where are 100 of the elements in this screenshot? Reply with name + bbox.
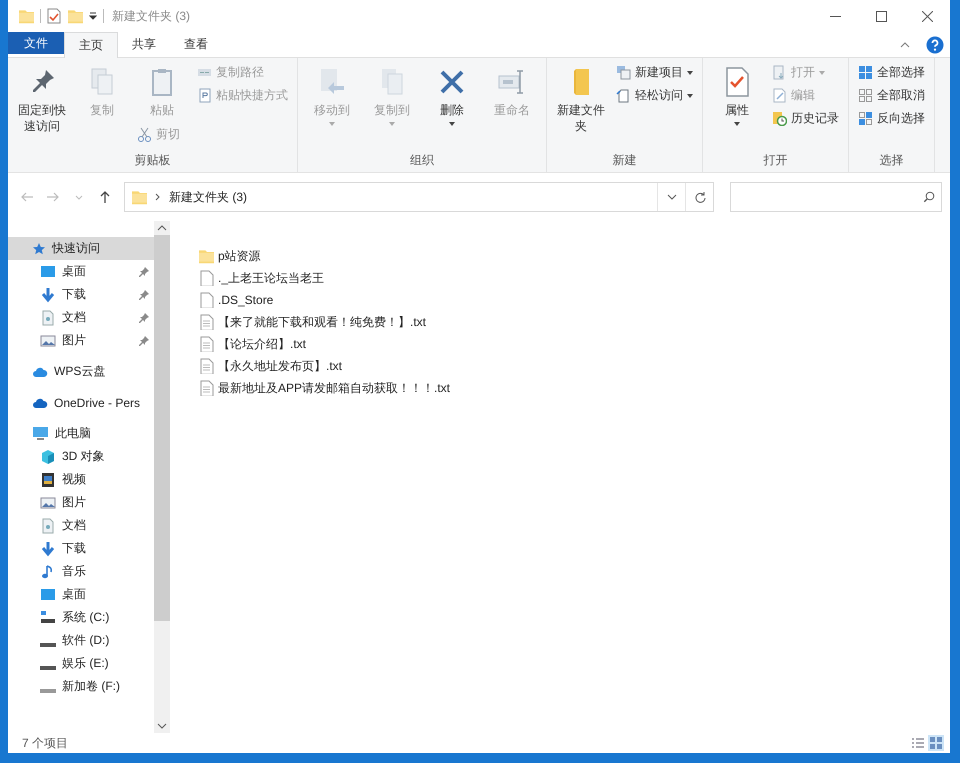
search-icon (923, 191, 935, 203)
download-icon (40, 286, 56, 302)
easy-access-icon (616, 88, 631, 103)
chevron-up-icon (900, 40, 910, 48)
file-menu-tab[interactable]: 文件 (8, 32, 64, 54)
film-icon (40, 472, 56, 488)
file-item[interactable]: 【永久地址发布页】.txt (196, 355, 344, 377)
address-bar[interactable]: 新建文件夹 (3) (124, 182, 714, 212)
nav-item[interactable]: WPS云盘 (8, 360, 154, 383)
nav-item[interactable]: 新加卷 (F:) (8, 675, 154, 698)
history-icon (772, 111, 787, 126)
drive-icon (40, 642, 56, 646)
cloud-icon (32, 396, 48, 408)
chevron-right-icon (155, 193, 161, 201)
details-view-icon (911, 736, 925, 750)
large-icons-view-icon (929, 736, 943, 750)
edit-icon (772, 88, 787, 103)
drive-icon (40, 666, 56, 670)
folder-icon (18, 8, 34, 24)
search-field[interactable] (730, 182, 942, 212)
image-icon (40, 494, 56, 510)
text-file-icon (198, 314, 214, 330)
text-file-icon (198, 358, 214, 374)
ribbon-command[interactable]: 全部选择 (855, 62, 928, 83)
maximize-icon (876, 10, 886, 22)
ribbon-command[interactable]: 删除 (424, 62, 480, 130)
group-label: 选择 (878, 152, 904, 169)
back-icon (20, 190, 34, 204)
nav-item[interactable]: 快速访问 (8, 237, 154, 260)
select-none-icon (858, 88, 873, 103)
nav-item[interactable]: 下载 (8, 283, 154, 306)
file-icon (198, 270, 214, 286)
properties-icon (47, 8, 61, 24)
ribbon-command[interactable]: 历史记录 (769, 108, 842, 129)
download-icon (40, 540, 56, 556)
ribbon-command[interactable]: 固定到快速访问 (14, 62, 70, 138)
folder-icon (67, 8, 83, 24)
image-icon (40, 332, 56, 348)
folder-icon (131, 189, 147, 205)
customize-caret-icon (89, 12, 97, 20)
nav-item[interactable]: 图片 (8, 491, 154, 514)
new-item-icon (616, 65, 631, 80)
ribbon-command[interactable]: 新建项目 (613, 62, 696, 83)
window-title: 新建文件夹 (3) (112, 8, 190, 24)
ribbon-command[interactable]: 反向选择 (855, 108, 928, 129)
close-icon (922, 10, 932, 22)
scissors-icon (137, 127, 152, 142)
ribbon-tab[interactable]: 共享 (118, 32, 170, 57)
breadcrumb[interactable]: 新建文件夹 (3) (169, 188, 247, 206)
chevron-up-icon (157, 224, 167, 232)
nav-item[interactable]: 音乐 (8, 560, 154, 583)
select-all-icon (858, 65, 873, 80)
nav-item[interactable]: 下载 (8, 537, 154, 560)
nav-item[interactable]: 桌面 (8, 260, 154, 283)
text-file-icon (198, 336, 214, 352)
document-icon (40, 310, 56, 326)
file-item[interactable]: p站资源 (196, 245, 263, 267)
file-item[interactable]: 【论坛介绍】.txt (196, 333, 308, 355)
group-label: 打开 (762, 152, 788, 169)
file-item[interactable]: .DS_Store (196, 289, 276, 311)
monitor-icon (32, 426, 49, 441)
file-item[interactable]: 【来了就能下载和观看！纯免费！】.txt (196, 311, 428, 333)
file-item[interactable]: 最新地址及APP请发邮箱自动获取！！！.txt (196, 377, 452, 399)
item-count: 7 个项目 (22, 734, 68, 752)
nav-item[interactable]: 图片 (8, 329, 154, 352)
ribbon-tab[interactable]: 主页 (64, 32, 118, 58)
up-icon (98, 190, 112, 204)
group-label: 新建 (612, 152, 638, 169)
scrollbar-thumb[interactable] (154, 235, 170, 621)
shortcut-icon (197, 88, 212, 103)
nav-item[interactable]: 视频 (8, 468, 154, 491)
ribbon-command[interactable]: 新建文件夹 (553, 62, 609, 138)
ribbon-command[interactable]: 轻松访问 (613, 85, 696, 106)
cube-icon (40, 448, 56, 464)
cloud-icon (32, 366, 48, 378)
help-icon (926, 36, 944, 54)
refresh-icon (694, 191, 706, 203)
nav-item[interactable]: 软件 (D:) (8, 629, 154, 652)
folder-icon (574, 69, 588, 95)
invert-selection-icon (858, 111, 873, 126)
drive-icon (40, 688, 56, 692)
text-file-icon (198, 380, 214, 396)
nav-item[interactable]: 此电脑 (8, 422, 154, 445)
nav-item[interactable]: 文档 (8, 514, 154, 537)
nav-item[interactable]: 系统 (C:) (8, 606, 154, 629)
file-icon (198, 292, 214, 308)
drive-icon (40, 610, 56, 626)
group-label: 组织 (409, 152, 435, 169)
nav-item[interactable]: 桌面 (8, 583, 154, 606)
desktop-icon (40, 264, 56, 280)
group-label: 剪贴板 (134, 152, 172, 169)
ribbon-command[interactable]: 属性 (709, 62, 765, 130)
file-item[interactable]: ._上老王论坛当老王 (196, 267, 326, 289)
ribbon-command[interactable]: 全部取消 (855, 85, 928, 106)
ribbon-tab[interactable]: 查看 (170, 32, 222, 57)
nav-item[interactable]: OneDrive - Pers (8, 391, 154, 414)
nav-item[interactable]: 娱乐 (E:) (8, 652, 154, 675)
nav-item[interactable]: 文档 (8, 306, 154, 329)
chevron-down-icon (157, 722, 167, 730)
nav-item[interactable]: 3D 对象 (8, 445, 154, 468)
